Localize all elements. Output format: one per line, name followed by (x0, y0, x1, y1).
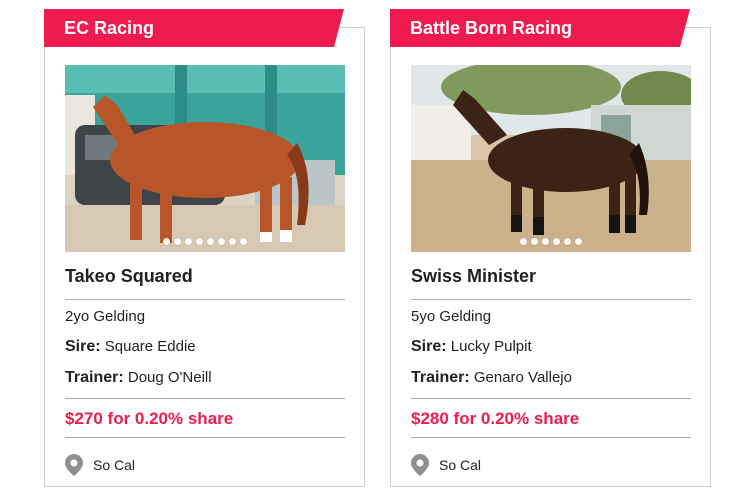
age-sex: 2yo Gelding (65, 308, 146, 325)
listing-card-takeo-squared[interactable]: EC Racing Takeo Squared 2yo Gelding Sire… (44, 27, 365, 487)
horse-photo (411, 65, 691, 252)
trainer-label: Trainer: (65, 369, 124, 386)
stable-tag[interactable]: EC Racing (44, 9, 344, 47)
trainer-row: Trainer: Genaro Vallejo (411, 369, 572, 387)
share-price: $270 for 0.20% share (65, 409, 234, 428)
carousel-dot[interactable] (196, 238, 203, 245)
trainer-value: Doug O'Neill (127, 369, 212, 386)
carousel-dot[interactable] (575, 238, 582, 245)
carousel-dot[interactable] (163, 238, 170, 245)
carousel-dot[interactable] (531, 238, 538, 245)
location: So Cal (411, 454, 481, 476)
carousel-dot[interactable] (542, 238, 549, 245)
sire-value: Square Eddie (104, 338, 196, 355)
divider (411, 299, 691, 300)
horse-photo (65, 65, 345, 252)
stable-tag[interactable]: Battle Born Racing (390, 9, 690, 47)
stable-name: EC Racing (64, 18, 155, 38)
map-pin-icon (65, 454, 83, 476)
carousel-dot[interactable] (520, 238, 527, 245)
listing-card-swiss-minister[interactable]: Battle Born Racing Swiss Minister 5yo Ge… (390, 27, 711, 487)
carousel-dot[interactable] (564, 238, 571, 245)
share-price: $280 for 0.20% share (411, 409, 580, 428)
carousel-dot[interactable] (218, 238, 225, 245)
stable-name: Battle Born Racing (410, 18, 573, 38)
divider (411, 437, 691, 438)
trainer-label: Trainer: (411, 369, 470, 386)
sire-label: Sire: (411, 338, 447, 355)
map-pin-icon (411, 454, 429, 476)
carousel-dot[interactable] (240, 238, 247, 245)
carousel-dot[interactable] (229, 238, 236, 245)
divider (411, 398, 691, 399)
carousel-dots (65, 238, 345, 245)
sire-value: Lucky Pulpit (450, 338, 532, 355)
sire-row: Sire: Square Eddie (65, 338, 196, 356)
carousel-dot[interactable] (174, 238, 181, 245)
age-sex: 5yo Gelding (411, 308, 492, 325)
divider (65, 398, 345, 399)
location: So Cal (65, 454, 135, 476)
carousel-dot[interactable] (185, 238, 192, 245)
trainer-value: Genaro Vallejo (473, 369, 572, 386)
carousel-dot[interactable] (207, 238, 214, 245)
location-text: So Cal (93, 457, 136, 473)
carousel-dots (411, 238, 691, 245)
location-text: So Cal (439, 457, 482, 473)
horse-photo-carousel[interactable] (411, 65, 691, 252)
horse-photo-carousel[interactable] (65, 65, 345, 252)
divider (65, 437, 345, 438)
horse-name[interactable]: Swiss Minister (411, 266, 536, 287)
sire-label: Sire: (65, 338, 101, 355)
horse-name[interactable]: Takeo Squared (65, 266, 193, 287)
carousel-dot[interactable] (553, 238, 560, 245)
divider (65, 299, 345, 300)
trainer-row: Trainer: Doug O'Neill (65, 369, 212, 387)
sire-row: Sire: Lucky Pulpit (411, 338, 532, 356)
